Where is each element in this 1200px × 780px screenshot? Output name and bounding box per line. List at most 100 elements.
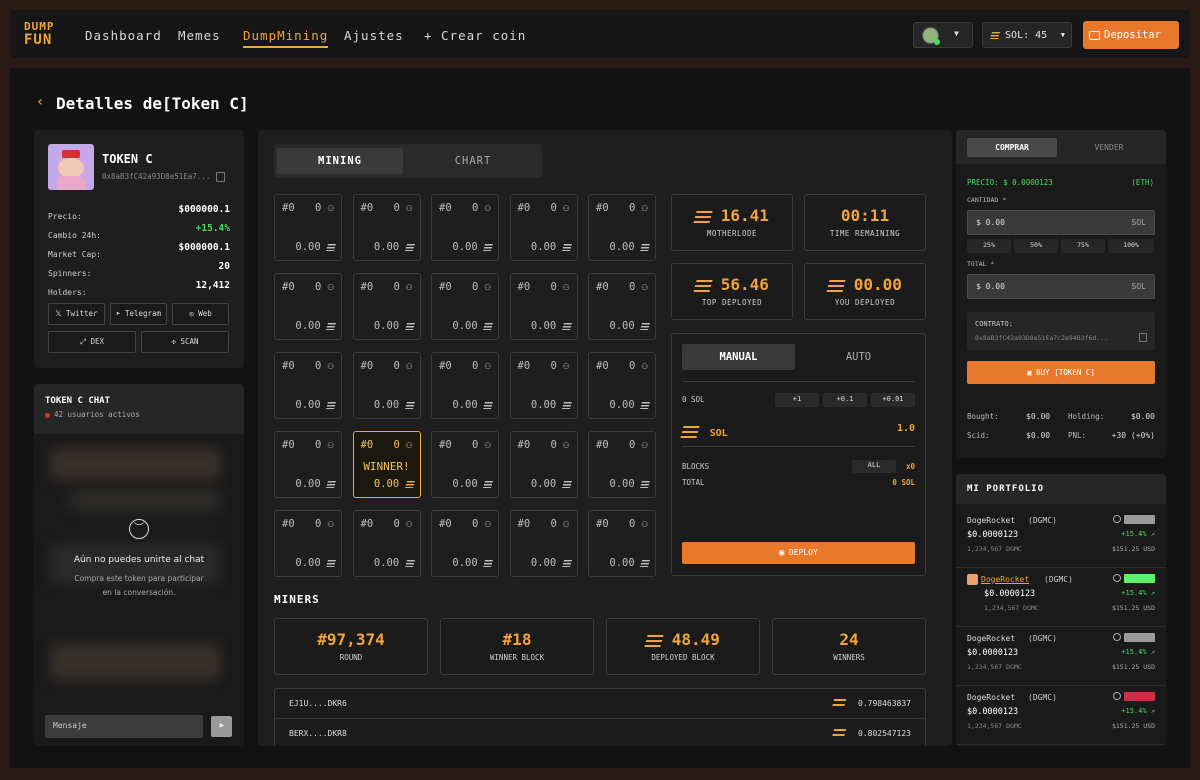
tab-mining[interactable]: MINING xyxy=(277,148,403,174)
user-icon: ⚇ xyxy=(327,281,334,293)
chat-locked-subtitle-2: en la conversación. xyxy=(102,588,176,597)
mining-block[interactable]: #0 0 ⚇ 0.00 xyxy=(509,510,578,577)
send-button[interactable]: ➤ xyxy=(211,716,232,737)
time-remaining-stat: 00:11 TIME REMAINING xyxy=(804,194,926,251)
nav-ajustes[interactable]: Ajustes xyxy=(344,28,404,43)
coin-icon xyxy=(404,322,415,330)
user-icon: ⚇ xyxy=(641,439,648,451)
percent-50-button[interactable]: 50% xyxy=(1014,239,1058,253)
portfolio-change: +15.4% ↗ xyxy=(1121,530,1155,538)
sol-balance-button[interactable]: SOL: 45 ▼ xyxy=(982,22,1072,48)
back-chevron-icon[interactable]: ‹ xyxy=(36,94,44,110)
coin-icon xyxy=(326,559,336,567)
portfolio-item[interactable]: DogeRocket (DGMC) $0.0000123 +15.4% ↗ 1,234,… xyxy=(956,687,1166,745)
user-menu-button[interactable]: ▼ xyxy=(913,22,973,48)
mining-block[interactable]: #0 0 ⚇ 0.00 xyxy=(431,194,499,261)
copy-icon[interactable] xyxy=(1139,333,1147,342)
nav-dashboard[interactable]: Dashboard xyxy=(85,28,162,43)
mining-block[interactable]: #0 0 ⚇ 0.00 xyxy=(509,273,578,340)
clock-icon xyxy=(1113,633,1121,641)
increment-0-1-button[interactable]: +0.1 xyxy=(823,393,867,407)
buy-token-button[interactable]: ▣ BUY [TOKEN C] xyxy=(967,361,1155,384)
trade-price: PRECIO: $ 0.0000123 xyxy=(967,178,1053,187)
user-icon: ⚇ xyxy=(563,439,570,451)
mining-block[interactable]: #0 0 ⚇ 0.00 xyxy=(431,273,499,340)
mining-block[interactable]: #0 0 ⚇ 0.00 xyxy=(431,510,499,577)
mining-block[interactable]: #0 0 ⚇ 0.00 xyxy=(588,273,656,340)
select-all-blocks-button[interactable]: ALL xyxy=(852,460,896,473)
mining-block[interactable]: #0 0 ⚇ 0.00 xyxy=(274,194,342,261)
clock-icon xyxy=(1113,515,1121,523)
mining-block[interactable]: #0 0 ⚇ 0.00 xyxy=(274,273,342,340)
telegram-link[interactable]: ➤ Telegram xyxy=(110,303,167,325)
percent-75-button[interactable]: 75% xyxy=(1061,239,1105,253)
mining-block[interactable]: #0 0 ⚇ 0.00 xyxy=(352,194,421,261)
user-icon: ⚇ xyxy=(406,439,413,451)
block-miners-count: 0 ⚇ xyxy=(393,281,413,293)
mining-block[interactable]: #0 0 ⚇ 0.00 xyxy=(352,273,421,340)
mining-block[interactable]: #0 0 ⚇ 0.00 xyxy=(274,352,342,419)
total-input[interactable]: $ 0.00 SOL xyxy=(967,274,1155,299)
sparkline-bar xyxy=(1124,574,1155,583)
tab-auto[interactable]: AUTO xyxy=(802,344,915,370)
mining-block[interactable]: #0 0 ⚇ 0.00 xyxy=(352,352,421,419)
scan-link[interactable]: ✣ SCAN xyxy=(141,331,229,353)
globe-icon: ◎ xyxy=(189,309,194,318)
chat-input[interactable]: Mensaje xyxy=(45,715,203,738)
portfolio-item[interactable]: DogeRocket (DGMC) $0.0000123 +15.4% ↗ 1,234,… xyxy=(956,569,1166,627)
portfolio-panel: MI PORTFOLIO DogeRocket (DGMC) $0.0000123 +… xyxy=(956,474,1166,746)
deposit-button[interactable]: Depositar xyxy=(1083,21,1179,49)
dex-link[interactable]: ⤢ DEX xyxy=(48,331,136,353)
mining-block[interactable]: #0 0 ⚇ WINNER! 0.00 xyxy=(352,431,421,498)
block-id: #0 xyxy=(596,439,609,451)
deploy-button[interactable]: ▣ DEPLOY xyxy=(682,542,915,564)
mining-block[interactable]: #0 0 ⚇ 0.00 xyxy=(588,352,656,419)
block-amount: 0.00 xyxy=(452,399,493,411)
mining-block[interactable]: #0 0 ⚇ 0.00 xyxy=(431,352,499,419)
nav-dumpmining[interactable]: DumpMining xyxy=(243,28,329,48)
tab-vender[interactable]: VENDER xyxy=(1064,138,1154,157)
nav-create-coin[interactable]: + Crear coin xyxy=(424,28,526,43)
increment-0-01-button[interactable]: +0.01 xyxy=(871,393,915,407)
block-amount: 0.00 xyxy=(374,241,415,253)
twitter-link[interactable]: 𝕏 Twitter xyxy=(48,303,105,325)
copy-icon[interactable] xyxy=(216,172,225,182)
tab-manual[interactable]: MANUAL xyxy=(682,344,795,370)
logo-bottom-text: FUN xyxy=(24,32,53,48)
tab-chart[interactable]: CHART xyxy=(408,148,538,174)
portfolio-item[interactable]: DogeRocket (DGMC) $0.0000123 +15.4% ↗ 1,234,… xyxy=(956,628,1166,686)
mining-block[interactable]: #0 0 ⚇ 0.00 xyxy=(274,510,342,577)
mining-block[interactable]: #0 0 ⚇ 0.00 xyxy=(274,431,342,498)
nav-memes[interactable]: Memes xyxy=(178,28,221,43)
round-stat: #97,374 ROUND xyxy=(274,618,428,675)
mining-block[interactable]: #0 0 ⚇ 0.00 xyxy=(588,431,656,498)
mining-block[interactable]: #0 0 ⚇ 0.00 xyxy=(352,510,421,577)
block-id: #0 xyxy=(439,281,452,293)
mining-block[interactable]: #0 0 ⚇ 0.00 xyxy=(431,431,499,498)
increment-1-button[interactable]: +1 xyxy=(775,393,819,407)
dumpfun-logo[interactable]: DUMP FUN xyxy=(24,21,58,48)
block-amount: 0.00 xyxy=(452,557,493,569)
mining-block[interactable]: #0 0 ⚇ 0.00 xyxy=(509,194,578,261)
user-icon: ⚇ xyxy=(641,202,648,214)
block-id: #0 xyxy=(517,281,531,293)
block-amount: 0.00 xyxy=(295,320,336,332)
coin-icon xyxy=(640,480,650,488)
sol-amount-row[interactable]: SOL 1.0 xyxy=(680,421,915,439)
quantity-input[interactable]: $ 0.00 SOL xyxy=(967,210,1155,235)
percent-25-button[interactable]: 25% xyxy=(967,239,1011,253)
tab-comprar[interactable]: COMPRAR xyxy=(967,138,1057,157)
percent-100-button[interactable]: 100% xyxy=(1108,239,1154,253)
mining-block[interactable]: #0 0 ⚇ 0.00 xyxy=(588,510,656,577)
block-amount: 0.00 xyxy=(609,557,650,569)
page-title: Detalles de[Token C] xyxy=(56,94,249,113)
portfolio-item[interactable]: DogeRocket (DGMC) $0.0000123 +15.4% ↗ 1,234,… xyxy=(956,510,1166,568)
coin-icon xyxy=(640,322,650,330)
block-miners-count: 0 ⚇ xyxy=(629,202,648,214)
web-link[interactable]: ◎ Web xyxy=(172,303,229,325)
sol-balance-text: SOL: 45 xyxy=(1005,30,1048,41)
mining-block[interactable]: #0 0 ⚇ 0.00 xyxy=(509,352,578,419)
block-amount: 0.00 xyxy=(531,478,572,490)
mining-block[interactable]: #0 0 ⚇ 0.00 xyxy=(509,431,578,498)
mining-block[interactable]: #0 0 ⚇ 0.00 xyxy=(588,194,656,261)
